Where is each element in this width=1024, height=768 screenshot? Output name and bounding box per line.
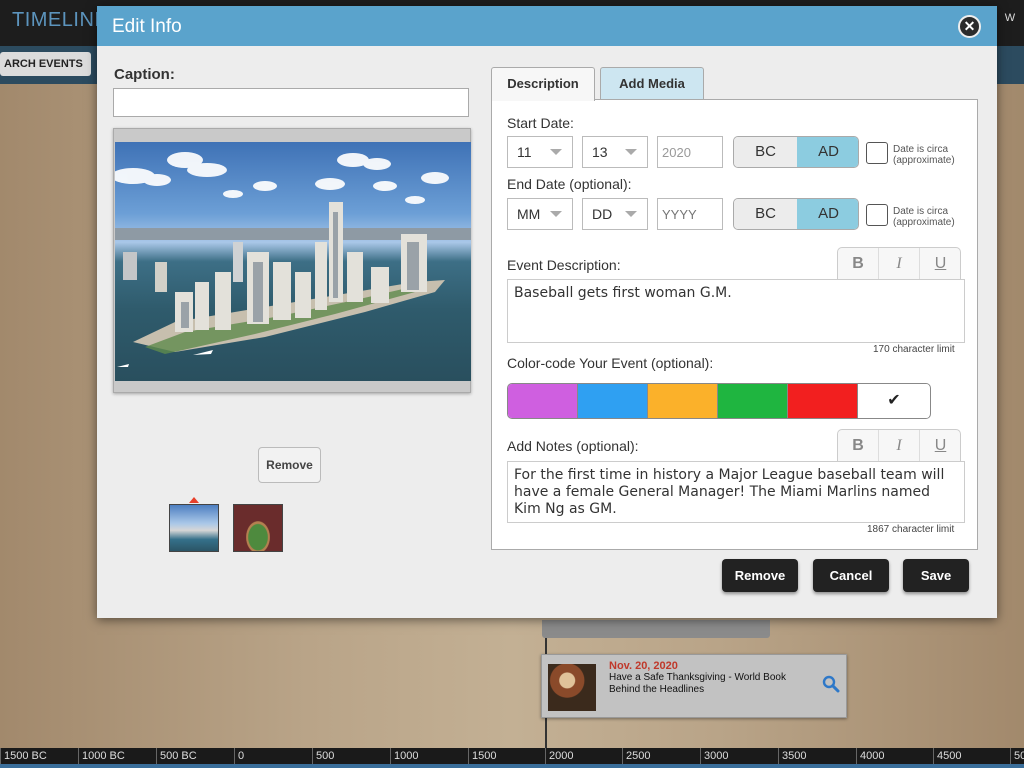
color-swatch-red[interactable] xyxy=(788,384,858,418)
end-day-select[interactable]: DD xyxy=(582,198,648,230)
caption-input[interactable] xyxy=(113,88,469,117)
end-month-select[interactable]: MM xyxy=(507,198,573,230)
color-swatch-group: ✔ xyxy=(507,383,931,419)
end-circa-checkbox[interactable] xyxy=(866,204,888,226)
chevron-down-icon xyxy=(625,211,637,217)
start-era-ad[interactable]: AD xyxy=(797,137,858,167)
italic-button[interactable]: I xyxy=(879,430,920,462)
media-thumbnail-ballpark[interactable] xyxy=(233,504,283,552)
notes-format-toolbar: B I U xyxy=(837,429,961,462)
search-events-button[interactable]: ARCH EVENTS xyxy=(0,52,91,76)
end-month-value: MM xyxy=(517,206,541,222)
end-era-ad[interactable]: AD xyxy=(797,199,858,229)
color-swatch-green[interactable] xyxy=(718,384,788,418)
top-right-button[interactable]: W xyxy=(996,6,1024,46)
notes-label: Add Notes (optional): xyxy=(507,438,639,454)
axis-bottom-bar xyxy=(0,764,1024,768)
remove-photo-button[interactable]: Remove xyxy=(258,447,321,483)
event-description-textarea[interactable]: Baseball gets first woman G.M. xyxy=(507,279,965,343)
start-era-toggle[interactable]: BC AD xyxy=(733,136,859,168)
description-char-limit: 170 character limit xyxy=(873,344,955,355)
skyline-illustration xyxy=(115,152,471,367)
end-era-toggle[interactable]: BC AD xyxy=(733,198,859,230)
save-button[interactable]: Save xyxy=(903,559,969,592)
close-icon[interactable]: ✕ xyxy=(958,15,981,38)
end-day-value: DD xyxy=(592,206,613,222)
start-year-input[interactable] xyxy=(657,136,723,168)
color-swatch-orange[interactable] xyxy=(648,384,718,418)
tab-description[interactable]: Description xyxy=(491,67,595,101)
cancel-button[interactable]: Cancel xyxy=(813,559,889,592)
timeline-event-card[interactable]: Nov. 20, 2020 Have a Safe Thanksgiving -… xyxy=(541,654,847,718)
chevron-down-icon xyxy=(550,149,562,155)
end-circa-label: Date is circa (approximate) xyxy=(893,206,955,228)
start-circa-checkbox[interactable] xyxy=(866,142,888,164)
app-title: TIMELINE xyxy=(12,9,109,31)
bold-button[interactable]: B xyxy=(838,248,879,280)
color-swatch-none[interactable]: ✔ xyxy=(859,384,929,418)
dialog-title: Edit Info xyxy=(112,16,182,37)
description-panel: Start Date: 11 13 BC AD Date is circa (a… xyxy=(491,99,978,550)
start-month-value: 11 xyxy=(517,144,532,160)
start-month-select[interactable]: 11 xyxy=(507,136,573,168)
checkmark-icon: ✔ xyxy=(887,392,901,409)
remove-event-button[interactable]: Remove xyxy=(722,559,798,592)
notes-textarea[interactable]: For the first time in history a Major Le… xyxy=(507,461,965,523)
end-era-bc[interactable]: BC xyxy=(734,199,797,229)
color-swatch-blue[interactable] xyxy=(578,384,648,418)
chevron-down-icon xyxy=(625,149,637,155)
event-description-label: Event Description: xyxy=(507,257,621,273)
description-format-toolbar: B I U xyxy=(837,247,961,280)
caption-label: Caption: xyxy=(114,66,175,83)
photo-preview-frame xyxy=(113,128,471,393)
search-icon[interactable] xyxy=(822,675,840,693)
color-swatch-purple[interactable] xyxy=(508,384,578,418)
start-day-select[interactable]: 13 xyxy=(582,136,648,168)
end-date-label: End Date (optional): xyxy=(507,176,632,192)
italic-button[interactable]: I xyxy=(879,248,920,280)
color-code-label: Color-code Your Event (optional): xyxy=(507,355,714,371)
event-thumbnail xyxy=(548,664,596,711)
start-era-bc[interactable]: BC xyxy=(734,137,797,167)
tab-add-media[interactable]: Add Media xyxy=(600,67,704,100)
dialog-header: Edit Info ✕ xyxy=(97,6,997,46)
edit-info-dialog: Edit Info ✕ Caption: Remove Description … xyxy=(97,6,997,618)
end-year-input[interactable] xyxy=(657,198,723,230)
start-circa-label: Date is circa (approximate) xyxy=(893,144,955,166)
selected-thumb-indicator xyxy=(189,497,199,503)
start-date-label: Start Date: xyxy=(507,115,574,131)
start-day-value: 13 xyxy=(592,144,608,160)
notes-char-limit: 1867 character limit xyxy=(867,524,955,535)
chevron-down-icon xyxy=(550,211,562,217)
bold-button[interactable]: B xyxy=(838,430,879,462)
event-connector-bar xyxy=(542,620,770,638)
underline-button[interactable]: U xyxy=(920,248,961,280)
underline-button[interactable]: U xyxy=(920,430,961,462)
media-thumbnail-city[interactable] xyxy=(169,504,219,552)
event-title: Have a Safe Thanksgiving - World Book Be… xyxy=(609,672,786,695)
event-date: Nov. 20, 2020 xyxy=(609,660,678,672)
city-skyline-image xyxy=(115,142,471,381)
